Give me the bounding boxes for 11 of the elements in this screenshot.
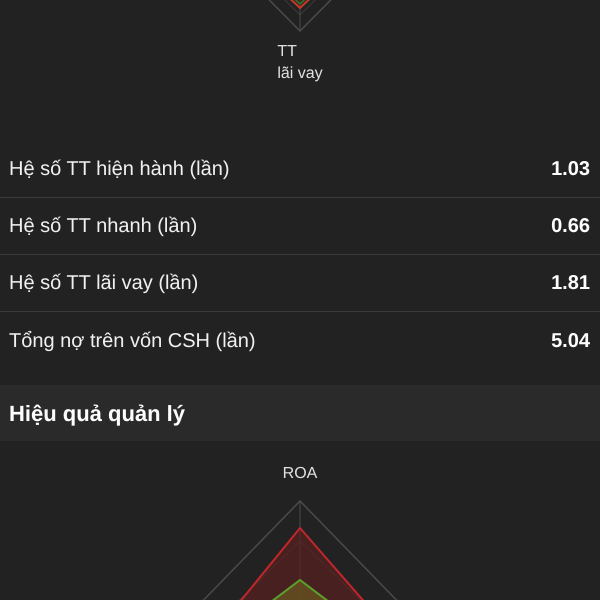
axis-label: TT lãi vay xyxy=(277,42,323,84)
ratio-value: 1.81 xyxy=(551,271,590,296)
axis-label: ROA xyxy=(282,464,318,484)
ratio-value: 5.04 xyxy=(551,328,590,354)
ratio-label: Hệ số TT lãi vay (lần) xyxy=(9,271,198,296)
ratio-label: Hệ số TT hiện hành (lần) xyxy=(9,157,230,182)
ratio-label: Tổng nợ trên vốn CSH (lần) xyxy=(9,328,256,354)
ratio-value: 1.03 xyxy=(551,157,590,182)
ratio-value: 0.66 xyxy=(551,214,590,239)
section-title: Hiệu quả quản lý xyxy=(9,400,186,428)
ratio-label: Hệ số TT nhanh (lần) xyxy=(9,214,198,239)
